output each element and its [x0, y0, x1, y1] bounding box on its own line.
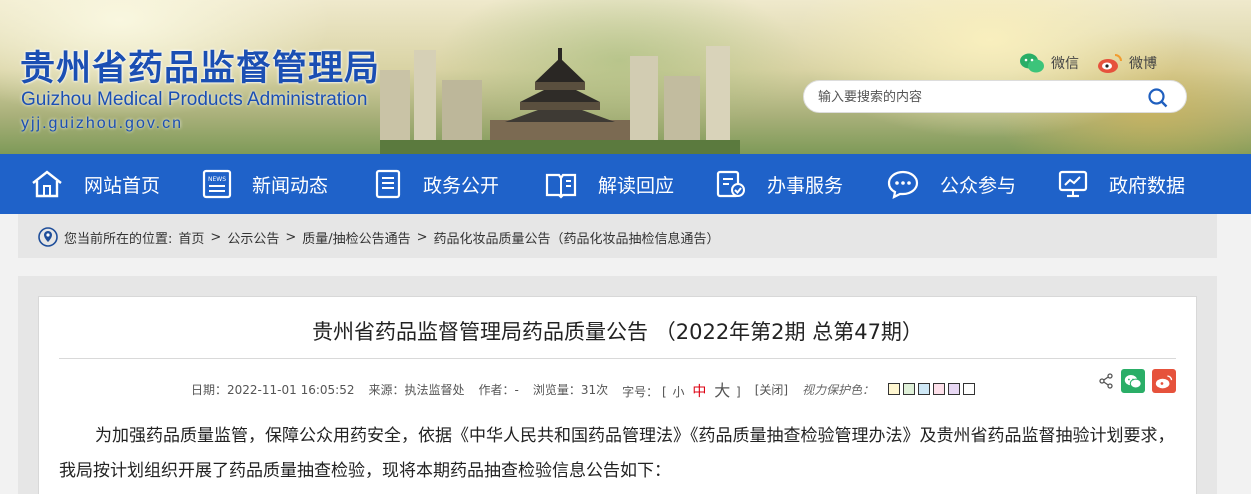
eye-color-swatch[interactable]: [903, 383, 916, 395]
city-skyline-illustration: [380, 46, 740, 154]
article-title: 贵州省药品监督管理局药品质量公告 （2022年第2期 总第47期）: [312, 320, 923, 344]
breadcrumb-link-home[interactable]: 首页: [178, 228, 204, 247]
breadcrumb-prefix: 您当前所在的位置:: [64, 231, 173, 247]
eye-color-swatch[interactable]: [888, 383, 901, 395]
location-pin-icon: [38, 227, 58, 247]
nav-label: 网站首页: [84, 174, 161, 197]
share-icon[interactable]: [1098, 373, 1114, 389]
title-divider: [59, 358, 1176, 359]
svg-text:NEWS: NEWS: [208, 176, 226, 183]
home-icon: [32, 170, 62, 198]
weibo-icon: [1098, 54, 1122, 73]
meta-source: 来源：执法监督处: [368, 382, 465, 397]
breadcrumb-bar: 您当前所在的位置: 首页 > 公示公告 > 质量/抽检公告通告 > 药品化妆品质…: [18, 214, 1217, 258]
chat-bubble-icon: [887, 170, 919, 199]
breadcrumb-separator: >: [210, 229, 222, 245]
wechat-icon: [1124, 374, 1142, 388]
meta-author: 作者：-: [478, 382, 519, 397]
font-size-large-button[interactable]: 大: [714, 381, 730, 400]
search-box: [803, 80, 1187, 113]
weibo-icon: [1155, 374, 1173, 388]
site-url: yjj.guizhou.gov.cn: [21, 115, 183, 132]
breadcrumb-link-drug-quality[interactable]: 药品化妆品质量公告（药品化妆品抽检信息通告）: [434, 228, 720, 247]
share-bar: [1098, 369, 1176, 393]
eye-color-swatch[interactable]: [963, 383, 976, 395]
article-meta: 日期：2022-11-01 16:05:52 来源：执法监督处 作者：- 浏览量…: [191, 377, 976, 401]
breadcrumb-separator: >: [416, 229, 428, 245]
newspaper-icon: NEWS: [202, 169, 232, 199]
nav-item-public-participation[interactable]: 公众参与: [886, 154, 1016, 214]
eye-color-swatch[interactable]: [933, 383, 946, 395]
header-banner: 贵州省药品监督管理局 Guizhou Medical Products Admi…: [0, 0, 1251, 154]
meta-date: 日期：2022-11-01 16:05:52: [191, 382, 355, 397]
breadcrumb-link-quality-notices[interactable]: 质量/抽检公告通告: [302, 228, 410, 247]
font-size-control: 字号： [ 小 中 大 ]: [622, 381, 741, 400]
nav-item-home[interactable]: 网站首页: [30, 154, 160, 214]
nav-label: 解读回应: [598, 174, 675, 197]
article-body-paragraph: 为加强药品质量监管，保障公众用药安全，依据《中华人民共和国药品管理法》《药品质量…: [59, 426, 1175, 481]
nav-label: 新闻动态: [252, 174, 329, 197]
nav-label: 公众参与: [940, 174, 1017, 197]
weibo-link[interactable]: 微博: [1097, 52, 1157, 74]
eye-protection-swatches: [888, 383, 976, 395]
nav-label: 政府数据: [1109, 174, 1186, 197]
share-weibo-button[interactable]: [1152, 369, 1176, 393]
close-link[interactable]: [关闭]: [755, 381, 788, 398]
main-nav: 网站首页 NEWS 新闻动态 政务公开 解读回应 办事服务 公众参与 政府数据: [0, 154, 1251, 214]
nav-item-government-affairs[interactable]: 政务公开: [373, 154, 499, 214]
wechat-icon: [1020, 53, 1044, 73]
eye-color-swatch[interactable]: [948, 383, 961, 395]
meta-views: 浏览量：31次: [532, 382, 609, 397]
site-title[interactable]: 贵州省药品监督管理局: [20, 40, 380, 91]
breadcrumb: 您当前所在的位置: 首页 > 公示公告 > 质量/抽检公告通告 > 药品化妆品质…: [38, 227, 720, 247]
nav-item-services[interactable]: 办事服务: [715, 154, 843, 214]
service-form-icon: [716, 170, 745, 198]
search-icon[interactable]: [1148, 88, 1168, 108]
article-panel: 贵州省药品监督管理局药品质量公告 （2022年第2期 总第47期） 日期：202…: [38, 296, 1197, 494]
document-list-icon: [375, 169, 401, 199]
font-size-small-button[interactable]: 小: [673, 385, 685, 399]
weibo-label: 微博: [1129, 56, 1157, 72]
breadcrumb-separator: >: [285, 229, 297, 245]
nav-item-news[interactable]: NEWS 新闻动态: [202, 154, 328, 214]
site-title-english: Guizhou Medical Products Administration: [21, 89, 368, 110]
nav-label: 办事服务: [767, 174, 844, 197]
wechat-label: 微信: [1051, 56, 1079, 72]
open-book-icon: [545, 173, 577, 199]
search-input[interactable]: [818, 87, 1138, 107]
share-wechat-button[interactable]: [1121, 369, 1145, 393]
eye-protection-label: 视力保护色：: [802, 382, 875, 397]
nav-item-government-data[interactable]: 政府数据: [1057, 154, 1185, 214]
data-screen-icon: [1058, 170, 1088, 198]
breadcrumb-link-announcements[interactable]: 公示公告: [227, 228, 279, 247]
wechat-link[interactable]: 微信: [1019, 52, 1079, 74]
eye-color-swatch[interactable]: [918, 383, 931, 395]
nav-label: 政务公开: [423, 174, 500, 197]
font-size-medium-button[interactable]: 中: [692, 384, 706, 400]
nav-item-interpretation[interactable]: 解读回应: [544, 154, 674, 214]
